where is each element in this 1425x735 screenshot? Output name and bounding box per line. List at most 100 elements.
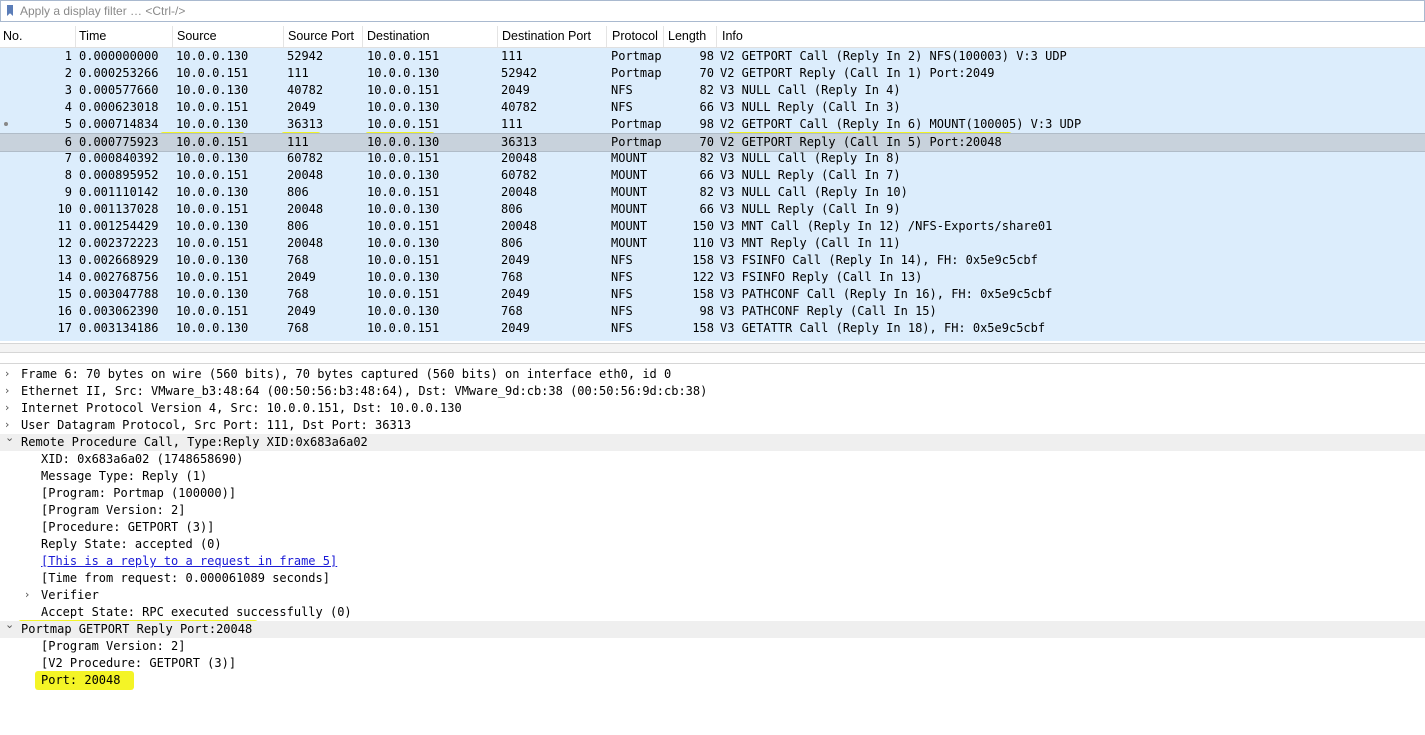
packet-row[interactable]: 16 0.003062390 10.0.0.151 2049 10.0.0.130 768… <box>0 303 1425 320</box>
column-header-source[interactable]: Source <box>177 29 217 43</box>
detail-tree-item[interactable]: › Frame 6: 70 bytes on wire (560 bits), 7… <box>0 366 1425 383</box>
chevron-right-icon[interactable]: › <box>5 384 9 397</box>
detail-tree-item[interactable]: › User Datagram Protocol, Src Port: 111, … <box>0 417 1425 434</box>
detail-tree-item[interactable]: [Program Version: 2] <box>0 502 1425 519</box>
column-header-destination[interactable]: Destination <box>367 29 430 43</box>
cell-no: 11 <box>57 219 72 233</box>
detail-tree-item[interactable]: [Program: Portmap (100000)] <box>0 485 1425 502</box>
cell-no: 2 <box>64 66 72 80</box>
column-header-protocol[interactable]: Protocol <box>612 29 658 43</box>
detail-tree-item[interactable]: [Procedure: GETPORT (3)] <box>0 519 1425 536</box>
cell-no: 17 <box>57 321 72 335</box>
detail-tree-item[interactable]: ⌄ Portmap GETPORT Reply Port:20048 <box>0 618 1425 638</box>
packet-row[interactable]: 11 0.001254429 10.0.0.130 806 10.0.0.151 2004… <box>0 218 1425 235</box>
packet-row[interactable]: 12 0.002372223 10.0.0.151 20048 10.0.0.130 80… <box>0 235 1425 252</box>
packet-row[interactable]: 15 0.003047788 10.0.0.130 768 10.0.0.151 2049… <box>0 286 1425 303</box>
column-header-destination-port[interactable]: Destination Port <box>502 29 591 43</box>
packet-row[interactable]: 3 0.000577660 10.0.0.130 40782 10.0.0.151 204… <box>0 82 1425 99</box>
detail-tree-item[interactable]: XID: 0x683a6a02 (1748658690) <box>0 451 1425 468</box>
detail-tree-item[interactable]: ⌄ Remote Procedure Call, Type:Reply XID:0… <box>0 431 1425 451</box>
cell-no: 15 <box>57 287 72 301</box>
packet-row[interactable]: 9 0.001110142 10.0.0.130 806 10.0.0.151 20048… <box>0 184 1425 201</box>
cell-protocol: Portmap <box>611 117 662 131</box>
packet-details-pane[interactable]: › Frame 6: 70 bytes on wire (560 bits), 7… <box>0 366 1425 735</box>
cell-source-port: 768 <box>287 321 309 335</box>
cell-info: V3 NULL Reply (Call In 3) <box>720 100 901 114</box>
chevron-right-icon[interactable]: › <box>5 401 9 414</box>
bookmark-icon[interactable] <box>4 4 16 18</box>
frame-link[interactable]: [This is a reply to a request in frame 5… <box>41 554 337 568</box>
packet-list-header: No. Time Source Source Port Destination … <box>0 26 1425 48</box>
cell-info: V2 GETPORT Call (Reply In 6) MOUNT(10000… <box>720 117 1082 131</box>
cell-info: V3 FSINFO Reply (Call In 13) <box>720 270 923 284</box>
cell-source: 10.0.0.151 <box>176 135 249 149</box>
chevron-right-icon[interactable]: › <box>25 588 29 601</box>
packet-list[interactable]: 1 0.000000000 10.0.0.130 52942 10.0.0.151 111… <box>0 48 1425 341</box>
column-header-source-port[interactable]: Source Port <box>288 29 354 43</box>
chevron-down-icon[interactable]: ⌄ <box>5 618 14 631</box>
packet-row[interactable]: 1 0.000000000 10.0.0.130 52942 10.0.0.151 111… <box>0 48 1425 65</box>
cell-no: 4 <box>64 100 72 114</box>
detail-tree-item[interactable]: › Ethernet II, Src: VMware_b3:48:64 (00:5… <box>0 383 1425 400</box>
detail-tree-item[interactable]: [Time from request: 0.000061089 seconds] <box>0 570 1425 587</box>
cell-length: 122 <box>692 270 714 284</box>
cell-source: 10.0.0.130 <box>176 49 249 63</box>
cell-length: 82 <box>699 83 714 97</box>
cell-protocol: MOUNT <box>611 151 648 165</box>
chevron-right-icon[interactable]: › <box>5 418 9 431</box>
cell-source: 10.0.0.130 <box>176 83 249 97</box>
display-filter-bar <box>0 0 1425 22</box>
detail-tree-item[interactable]: [This is a reply to a request in frame 5… <box>0 553 1425 570</box>
detail-tree-item[interactable]: Port: 20048 <box>0 672 1425 689</box>
detail-tree-item[interactable]: Accept State: RPC executed successfully … <box>0 604 1425 621</box>
detail-tree-item[interactable]: [Program Version: 2] <box>0 638 1425 655</box>
cell-destination: 10.0.0.130 <box>367 135 440 149</box>
cell-info: V3 NULL Reply (Call In 9) <box>720 202 901 216</box>
packet-row[interactable]: 2 0.000253266 10.0.0.151 111 10.0.0.130 52942… <box>0 65 1425 82</box>
column-header-no[interactable]: No. <box>3 29 22 43</box>
column-header-time[interactable]: Time <box>79 29 106 43</box>
detail-text: [V2 Procedure: GETPORT (3)] <box>41 656 237 670</box>
cell-protocol: NFS <box>611 287 633 301</box>
column-header-length[interactable]: Length <box>668 29 706 43</box>
packet-row[interactable]: 13 0.002668929 10.0.0.130 768 10.0.0.151 2049… <box>0 252 1425 269</box>
chevron-right-icon[interactable]: › <box>5 367 9 380</box>
cell-source-port: 60782 <box>287 151 324 165</box>
chevron-down-icon[interactable]: ⌄ <box>5 431 14 444</box>
packet-row[interactable]: 7 0.000840392 10.0.0.130 60782 10.0.0.151 200… <box>0 150 1425 167</box>
cell-info: V3 MNT Reply (Call In 11) <box>720 236 901 250</box>
detail-tree-item[interactable]: Message Type: Reply (1) <box>0 468 1425 485</box>
cell-source: 10.0.0.130 <box>176 219 249 233</box>
cell-time: 0.003062390 <box>79 304 159 318</box>
cell-source-port: 806 <box>287 219 309 233</box>
packet-row[interactable]: 17 0.003134186 10.0.0.130 768 10.0.0.151 2049… <box>0 320 1425 337</box>
packet-row[interactable]: 10 0.001137028 10.0.0.151 20048 10.0.0.130 80… <box>0 201 1425 218</box>
detail-text: Message Type: Reply (1) <box>41 469 208 483</box>
cell-length: 158 <box>692 321 714 335</box>
detail-text: XID: 0x683a6a02 (1748658690) <box>41 452 244 466</box>
packet-row[interactable]: 8 0.000895952 10.0.0.151 20048 10.0.0.130 607… <box>0 167 1425 184</box>
cell-info: V2 GETPORT Reply (Call In 5) Port:20048 <box>720 135 1002 149</box>
cell-protocol: MOUNT <box>611 168 648 182</box>
packet-row[interactable]: 4 0.000623018 10.0.0.151 2049 10.0.0.130 4078… <box>0 99 1425 116</box>
detail-tree-item[interactable]: › Internet Protocol Version 4, Src: 10.0.… <box>0 400 1425 417</box>
detail-text: User Datagram Protocol, Src Port: 111, D… <box>21 418 412 432</box>
cell-destination: 10.0.0.151 <box>367 151 440 165</box>
pane-splitter[interactable] <box>0 343 1425 353</box>
display-filter-input[interactable] <box>16 3 1424 19</box>
detail-tree-item[interactable]: › Verifier <box>0 587 1425 604</box>
detail-tree-item[interactable]: [V2 Procedure: GETPORT (3)] <box>0 655 1425 672</box>
cell-length: 150 <box>692 219 714 233</box>
detail-text: Verifier <box>41 588 99 602</box>
packet-row[interactable]: 14 0.002768756 10.0.0.151 2049 10.0.0.130 768… <box>0 269 1425 286</box>
column-header-info[interactable]: Info <box>722 29 743 43</box>
detail-text: [Program: Portmap (100000)] <box>41 486 237 500</box>
detail-text: [Time from request: 0.000061089 seconds] <box>41 571 330 585</box>
detail-text: Portmap GETPORT Reply Port:20048 <box>21 622 253 636</box>
detail-text: Internet Protocol Version 4, Src: 10.0.0… <box>21 401 462 415</box>
detail-tree-item[interactable]: Reply State: accepted (0) <box>0 536 1425 553</box>
cell-destination: 10.0.0.151 <box>367 253 440 267</box>
cell-source: 10.0.0.130 <box>176 321 249 335</box>
packet-row[interactable]: 5 0.000714834 10.0.0.130 36313 10.0.0.151 111… <box>0 116 1425 133</box>
cell-protocol: MOUNT <box>611 202 648 216</box>
